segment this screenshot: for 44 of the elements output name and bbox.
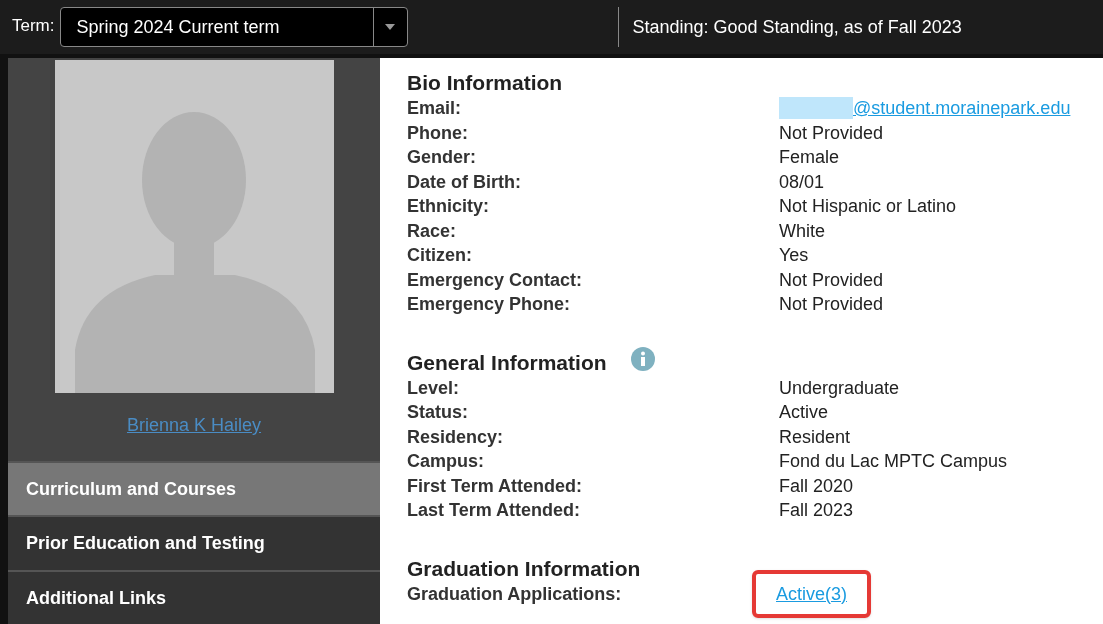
field-label: Graduation Applications: xyxy=(407,582,623,606)
field-value: Female xyxy=(779,146,840,169)
field-label: Ethnicity: xyxy=(407,195,490,218)
field-label: Email: xyxy=(407,97,463,120)
field-label: Status: xyxy=(407,401,469,424)
field-label: Gender: xyxy=(407,146,477,169)
field-value: Undergraduate xyxy=(779,376,900,400)
sidebar-item[interactable]: Prior Education and Testing xyxy=(8,515,380,570)
field-value: Not Provided xyxy=(779,268,884,292)
email-link[interactable]: @student.morainepark.edu xyxy=(853,98,1071,118)
field-label: Phone: xyxy=(407,121,469,145)
field-label: Race: xyxy=(407,219,458,243)
section-title: Bio Information xyxy=(407,70,563,96)
field-label: Emergency Contact: xyxy=(407,268,584,292)
field-value: 08/01 xyxy=(779,170,825,194)
field-value: Not Hispanic or Latino xyxy=(779,195,957,218)
applications-link[interactable]: Active(3) xyxy=(776,581,847,606)
field-label: Citizen: xyxy=(407,244,473,267)
section-title: General Information xyxy=(407,349,607,376)
field-value: Fond du Lac MPTC Campus xyxy=(779,450,1008,473)
field-label: Level: xyxy=(407,376,461,400)
field-value: Fall 2023 xyxy=(779,499,854,522)
field-label: Campus: xyxy=(407,450,485,473)
field-label: Date of Birth: xyxy=(407,170,522,194)
caret-icon xyxy=(385,24,395,30)
field-label: First Term Attended: xyxy=(407,474,583,498)
field-value: Fall 2020 xyxy=(779,474,854,498)
field-value: Not Provided xyxy=(779,121,884,145)
standing-text: Standing: Good Standing, as of Fall 2023 xyxy=(632,15,962,39)
sidebar-item[interactable]: Additional Links xyxy=(8,570,380,624)
field-value: White xyxy=(779,219,825,243)
field-value: Resident xyxy=(779,425,851,449)
term-label: Term: xyxy=(12,15,55,37)
field-label: Residency: xyxy=(407,425,505,449)
field-value: Not Provided xyxy=(779,293,884,316)
field-label: Last Term Attended: xyxy=(407,499,581,522)
info-icon[interactable] xyxy=(630,346,655,371)
field-value: Active xyxy=(779,401,829,424)
sidebar-item[interactable]: Curriculum and Courses xyxy=(8,461,380,515)
student-name-link[interactable]: Brienna K Hailey xyxy=(126,412,262,439)
field-label: Emergency Phone: xyxy=(407,293,572,316)
section-title: Graduation Information xyxy=(407,555,641,582)
term-dropdown[interactable]: Spring 2024 Current term xyxy=(59,7,408,47)
field-value: Yes xyxy=(779,244,809,267)
